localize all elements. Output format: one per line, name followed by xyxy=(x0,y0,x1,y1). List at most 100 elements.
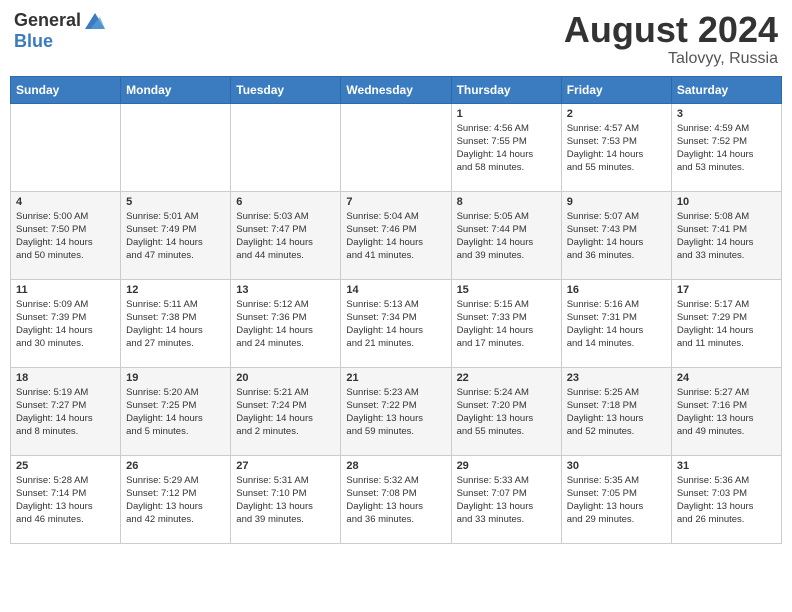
day-number: 11 xyxy=(16,284,115,296)
day-info: Sunrise: 4:56 AM Sunset: 7:55 PM Dayligh… xyxy=(457,122,556,175)
location-heading: Talovyy, Russia xyxy=(564,50,778,68)
day-number: 30 xyxy=(567,460,666,472)
day-info: Sunrise: 5:15 AM Sunset: 7:33 PM Dayligh… xyxy=(457,298,556,351)
day-info: Sunrise: 5:13 AM Sunset: 7:34 PM Dayligh… xyxy=(346,298,445,351)
calendar-cell: 30 Sunrise: 5:35 AM Sunset: 7:05 PM Dayli… xyxy=(561,455,671,543)
calendar-cell: 9 Sunrise: 5:07 AM Sunset: 7:43 PM Daylig… xyxy=(561,191,671,279)
calendar-cell: 11 Sunrise: 5:09 AM Sunset: 7:39 PM Dayli… xyxy=(11,279,121,367)
day-info: Sunrise: 4:57 AM Sunset: 7:53 PM Dayligh… xyxy=(567,122,666,175)
day-number: 6 xyxy=(236,196,335,208)
month-title-block: August 2024 Talovyy, Russia xyxy=(564,10,778,68)
week-row-5: 25Sunrise: 5:28 AM Sunset: 7:14 PM Dayli… xyxy=(11,455,782,543)
calendar-cell: 16 Sunrise: 5:16 AM Sunset: 7:31 PM Dayli… xyxy=(561,279,671,367)
calendar-cell: 23Sunrise: 5:25 AM Sunset: 7:18 PM Dayli… xyxy=(561,367,671,455)
calendar-cell: 8 Sunrise: 5:05 AM Sunset: 7:44 PM Daylig… xyxy=(451,191,561,279)
day-info: Sunrise: 5:01 AM Sunset: 7:49 PM Dayligh… xyxy=(126,210,225,263)
calendar-cell: 19Sunrise: 5:20 AM Sunset: 7:25 PM Dayli… xyxy=(121,367,231,455)
calendar-cell: 26 Sunrise: 5:29 AM Sunset: 7:12 PM Dayli… xyxy=(121,455,231,543)
calendar-cell: 3 Sunrise: 4:59 AM Sunset: 7:52 PM Daylig… xyxy=(671,103,781,191)
calendar-cell: 18Sunrise: 5:19 AM Sunset: 7:27 PM Dayli… xyxy=(11,367,121,455)
day-number: 20 xyxy=(236,372,335,384)
day-info: Sunrise: 5:31 AM Sunset: 7:10 PM Dayligh… xyxy=(236,474,335,527)
day-info: Sunrise: 5:03 AM Sunset: 7:47 PM Dayligh… xyxy=(236,210,335,263)
day-info: Sunrise: 5:07 AM Sunset: 7:43 PM Dayligh… xyxy=(567,210,666,263)
calendar-cell: 24 Sunrise: 5:27 AM Sunset: 7:16 PM Dayli… xyxy=(671,367,781,455)
day-number: 7 xyxy=(346,196,445,208)
day-number: 21 xyxy=(346,372,445,384)
logo: General Blue xyxy=(14,10,105,52)
day-number: 14 xyxy=(346,284,445,296)
day-info: Sunrise: 5:12 AM Sunset: 7:36 PM Dayligh… xyxy=(236,298,335,351)
day-info: Sunrise: 5:36 AM Sunset: 7:03 PM Dayligh… xyxy=(677,474,776,527)
column-header-tuesday: Tuesday xyxy=(231,76,341,103)
day-info: Sunrise: 5:05 AM Sunset: 7:44 PM Dayligh… xyxy=(457,210,556,263)
day-number: 4 xyxy=(16,196,115,208)
day-info: Sunrise: 5:33 AM Sunset: 7:07 PM Dayligh… xyxy=(457,474,556,527)
calendar-cell: 13 Sunrise: 5:12 AM Sunset: 7:36 PM Dayli… xyxy=(231,279,341,367)
calendar-cell: 12 Sunrise: 5:11 AM Sunset: 7:38 PM Dayli… xyxy=(121,279,231,367)
calendar-cell: 28Sunrise: 5:32 AM Sunset: 7:08 PM Dayli… xyxy=(341,455,451,543)
day-info: Sunrise: 5:32 AM Sunset: 7:08 PM Dayligh… xyxy=(346,474,445,527)
calendar-cell: 1 Sunrise: 4:56 AM Sunset: 7:55 PM Daylig… xyxy=(451,103,561,191)
day-number: 15 xyxy=(457,284,556,296)
calendar-cell: 14 Sunrise: 5:13 AM Sunset: 7:34 PM Dayli… xyxy=(341,279,451,367)
day-number: 8 xyxy=(457,196,556,208)
column-header-monday: Monday xyxy=(121,76,231,103)
logo-general-text: General xyxy=(14,10,81,31)
calendar-cell xyxy=(11,103,121,191)
column-header-sunday: Sunday xyxy=(11,76,121,103)
calendar-cell: 7 Sunrise: 5:04 AM Sunset: 7:46 PM Daylig… xyxy=(341,191,451,279)
day-number: 9 xyxy=(567,196,666,208)
day-number: 1 xyxy=(457,108,556,120)
page-header: General Blue August 2024 Talovyy, Russia xyxy=(10,10,782,68)
day-number: 3 xyxy=(677,108,776,120)
day-info: Sunrise: 5:19 AM Sunset: 7:27 PM Dayligh… xyxy=(16,386,115,439)
day-info: Sunrise: 5:11 AM Sunset: 7:38 PM Dayligh… xyxy=(126,298,225,351)
column-header-thursday: Thursday xyxy=(451,76,561,103)
calendar-cell: 21 Sunrise: 5:23 AM Sunset: 7:22 PM Dayli… xyxy=(341,367,451,455)
day-number: 26 xyxy=(126,460,225,472)
day-number: 31 xyxy=(677,460,776,472)
day-number: 5 xyxy=(126,196,225,208)
calendar-cell: 15 Sunrise: 5:15 AM Sunset: 7:33 PM Dayli… xyxy=(451,279,561,367)
day-info: Sunrise: 5:08 AM Sunset: 7:41 PM Dayligh… xyxy=(677,210,776,263)
day-info: Sunrise: 5:28 AM Sunset: 7:14 PM Dayligh… xyxy=(16,474,115,527)
day-info: Sunrise: 5:04 AM Sunset: 7:46 PM Dayligh… xyxy=(346,210,445,263)
calendar-cell: 5 Sunrise: 5:01 AM Sunset: 7:49 PM Daylig… xyxy=(121,191,231,279)
day-number: 2 xyxy=(567,108,666,120)
calendar-cell: 10 Sunrise: 5:08 AM Sunset: 7:41 PM Dayli… xyxy=(671,191,781,279)
day-info: Sunrise: 5:27 AM Sunset: 7:16 PM Dayligh… xyxy=(677,386,776,439)
day-info: Sunrise: 4:59 AM Sunset: 7:52 PM Dayligh… xyxy=(677,122,776,175)
day-number: 16 xyxy=(567,284,666,296)
day-number: 10 xyxy=(677,196,776,208)
day-number: 22 xyxy=(457,372,556,384)
day-number: 27 xyxy=(236,460,335,472)
calendar-cell: 6 Sunrise: 5:03 AM Sunset: 7:47 PM Daylig… xyxy=(231,191,341,279)
day-info: Sunrise: 5:20 AM Sunset: 7:25 PM Dayligh… xyxy=(126,386,225,439)
day-info: Sunrise: 5:17 AM Sunset: 7:29 PM Dayligh… xyxy=(677,298,776,351)
day-number: 13 xyxy=(236,284,335,296)
calendar-cell: 31 Sunrise: 5:36 AM Sunset: 7:03 PM Dayli… xyxy=(671,455,781,543)
day-info: Sunrise: 5:23 AM Sunset: 7:22 PM Dayligh… xyxy=(346,386,445,439)
calendar-header-row: SundayMondayTuesdayWednesdayThursdayFrid… xyxy=(11,76,782,103)
column-header-wednesday: Wednesday xyxy=(341,76,451,103)
calendar-cell: 22 Sunrise: 5:24 AM Sunset: 7:20 PM Dayli… xyxy=(451,367,561,455)
week-row-4: 18Sunrise: 5:19 AM Sunset: 7:27 PM Dayli… xyxy=(11,367,782,455)
day-number: 29 xyxy=(457,460,556,472)
week-row-2: 4Sunrise: 5:00 AM Sunset: 7:50 PM Daylig… xyxy=(11,191,782,279)
logo-blue-text: Blue xyxy=(14,31,53,51)
day-info: Sunrise: 5:24 AM Sunset: 7:20 PM Dayligh… xyxy=(457,386,556,439)
calendar-cell: 17Sunrise: 5:17 AM Sunset: 7:29 PM Dayli… xyxy=(671,279,781,367)
day-number: 24 xyxy=(677,372,776,384)
day-number: 12 xyxy=(126,284,225,296)
day-info: Sunrise: 5:09 AM Sunset: 7:39 PM Dayligh… xyxy=(16,298,115,351)
month-year-heading: August 2024 xyxy=(564,10,778,50)
calendar-table: SundayMondayTuesdayWednesdayThursdayFrid… xyxy=(10,76,782,544)
day-info: Sunrise: 5:35 AM Sunset: 7:05 PM Dayligh… xyxy=(567,474,666,527)
column-header-saturday: Saturday xyxy=(671,76,781,103)
day-info: Sunrise: 5:29 AM Sunset: 7:12 PM Dayligh… xyxy=(126,474,225,527)
calendar-cell: 4Sunrise: 5:00 AM Sunset: 7:50 PM Daylig… xyxy=(11,191,121,279)
day-info: Sunrise: 5:16 AM Sunset: 7:31 PM Dayligh… xyxy=(567,298,666,351)
day-info: Sunrise: 5:21 AM Sunset: 7:24 PM Dayligh… xyxy=(236,386,335,439)
calendar-cell: 27 Sunrise: 5:31 AM Sunset: 7:10 PM Dayli… xyxy=(231,455,341,543)
